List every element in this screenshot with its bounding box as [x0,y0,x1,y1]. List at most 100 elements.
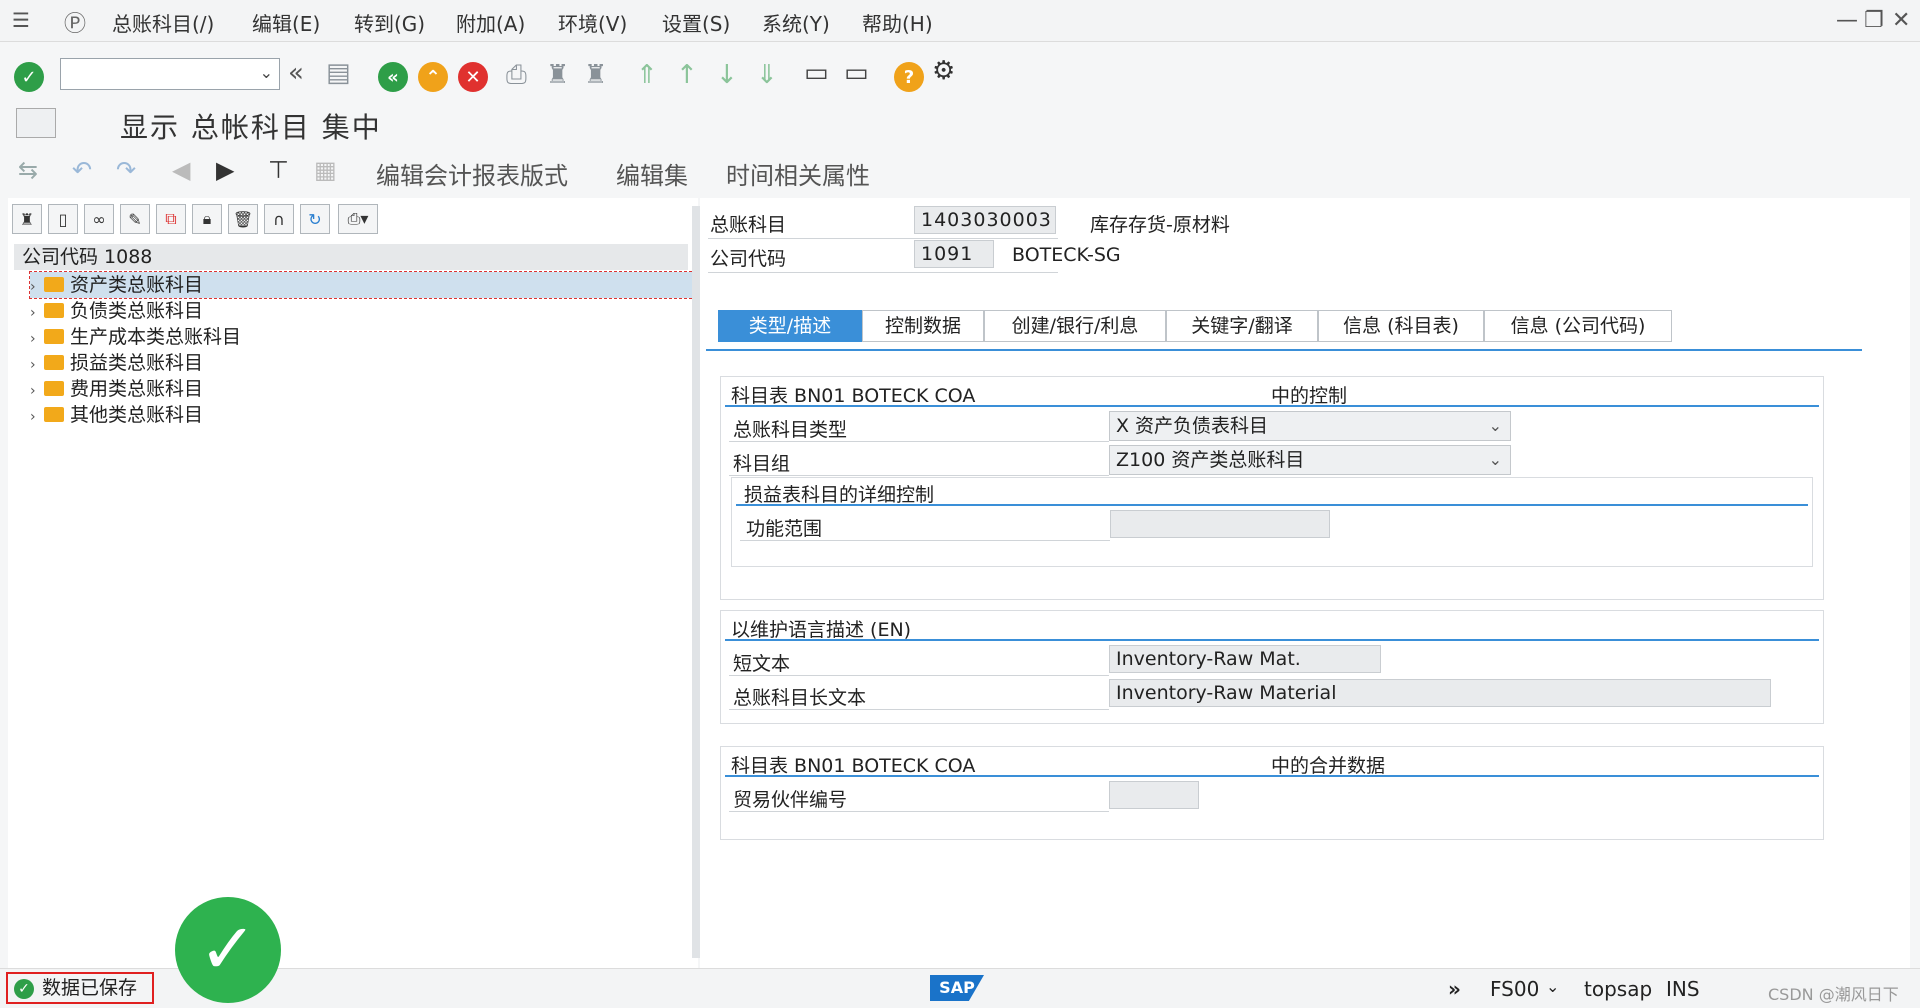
group-title: 以维护语言描述 (EN) [731,619,912,641]
print-icon[interactable]: ⎙ [506,60,527,91]
folder-icon [44,277,64,292]
menu-edit[interactable]: 编辑(E) [252,8,320,37]
group-title-suffix: 中的合并数据 [1271,755,1386,777]
last-page-icon[interactable]: ⇓ [756,60,778,90]
find-icon[interactable]: ♜ [546,60,569,90]
edit-fs-version-button[interactable]: 编辑会计报表版式 [376,156,568,191]
minimize-icon[interactable]: — [1836,8,1858,33]
menu-environment[interactable]: 环境(V) [558,8,627,37]
tree-item[interactable]: › 生产成本类总账科目 [30,324,241,350]
chevron-right-icon[interactable]: › [30,274,44,300]
group-title: 科目表 BN01 BOTECK COA [731,385,976,407]
print-menu-icon[interactable]: ⎙▾ [338,204,378,234]
find-icon[interactable]: ♜ [12,204,42,234]
tab-info-coa[interactable]: 信息 (科目表) [1318,310,1484,342]
tab-type-description[interactable]: 类型/描述 [718,310,862,342]
folder-icon [44,303,64,318]
gl-account-description: 库存存货-原材料 [1090,214,1230,236]
tab-keyword-translation[interactable]: 关键字/翻译 [1166,310,1318,342]
expand-status-icon[interactable]: » [1448,977,1461,1001]
help-icon[interactable]: ? [894,62,924,92]
tree-item[interactable]: › 损益类总账科目 [30,350,203,376]
menu-gl-account[interactable]: 总账科目(/) [112,8,214,37]
layout-icon[interactable] [16,108,56,138]
short-text-field[interactable]: Inventory-Raw Mat. [1109,645,1381,673]
previous-page-icon[interactable]: ↑ [676,60,698,90]
tree-item[interactable]: › 资产类总账科目 [29,271,697,300]
undo-icon[interactable]: ↶ [72,156,92,184]
p-icon[interactable]: Ⓟ [64,6,86,38]
display-icon[interactable]: ∞ [84,204,114,234]
gl-account-field[interactable]: 1403030003 [914,206,1056,234]
menu-system[interactable]: 系统(Y) [762,8,830,37]
command-field[interactable]: ⌄ [60,58,280,90]
menu-icon[interactable]: ☰ [12,8,30,32]
panel-splitter[interactable] [692,206,700,958]
where-used-icon[interactable]: ⇆ [18,156,38,184]
new-icon[interactable]: ▯ [48,204,78,234]
previous-icon[interactable]: ◀ [172,156,190,184]
chevron-down-icon[interactable]: ⌄ [260,63,273,82]
insert-mode[interactable]: INS [1666,977,1700,1001]
tab-info-company-code[interactable]: 信息 (公司代码) [1484,310,1672,342]
trash-icon[interactable]: 🗑︎ [228,204,258,234]
chevron-right-icon[interactable]: › [30,404,44,430]
account-type-select[interactable]: X 资产负债表科目 ⌄ [1109,411,1511,441]
tree-item[interactable]: › 费用类总账科目 [30,376,203,402]
long-text-field[interactable]: Inventory-Raw Material [1109,679,1771,707]
chevron-down-icon[interactable]: ⌄ [1489,412,1502,440]
lock-icon[interactable]: 🔒︎ [192,204,222,234]
expand-icon[interactable]: ∩ [264,204,294,234]
time-dependent-attributes-button[interactable]: 时间相关属性 [726,156,870,191]
next-icon[interactable]: ▶ [216,156,234,184]
new-session-icon[interactable]: ▭ [804,58,829,88]
cancel-icon[interactable]: ✕ [458,62,488,92]
chevron-down-icon[interactable]: ⌄ [1546,977,1559,996]
folder-icon [44,329,64,344]
chevron-right-icon[interactable]: › [30,300,44,326]
chevron-right-icon[interactable]: › [30,326,44,352]
redo-icon[interactable]: ↷ [116,156,136,184]
exit-icon[interactable]: ⌃ [418,62,448,92]
shortcut-icon[interactable]: ▭ [844,58,869,88]
document-icon[interactable]: ▦ [314,156,337,184]
chevron-right-icon[interactable]: › [30,378,44,404]
success-icon: ✓ [14,979,34,999]
menu-goto[interactable]: 转到(G) [354,8,425,37]
close-window-icon[interactable]: ✕ [1892,8,1910,33]
maximize-icon[interactable]: ❐ [1864,8,1884,33]
control-group: 科目表 BN01 BOTECK COA 中的控制 总账科目类型 X 资产负债表科… [720,376,1824,600]
menu-settings[interactable]: 设置(S) [662,8,730,37]
back-icon[interactable]: « [378,62,408,92]
functional-area-field[interactable] [1110,510,1330,538]
status-message[interactable]: ✓ 数据已保存 [6,972,154,1004]
tree-item[interactable]: › 负债类总账科目 [30,298,203,324]
trading-partner-field[interactable] [1109,781,1199,809]
expand-left-icon[interactable]: « [288,58,304,88]
tree-item[interactable]: › 其他类总账科目 [30,402,203,428]
tab-control-data[interactable]: 控制数据 [862,310,984,342]
account-group-value: Z100 资产类总账科目 [1116,449,1305,471]
company-code-field[interactable]: 1091 [914,240,994,268]
account-group-select[interactable]: Z100 资产类总账科目 ⌄ [1109,445,1511,475]
consolidation-group: 科目表 BN01 BOTECK COA 中的合并数据 贸易伙伴编号 [720,746,1824,840]
pencil-icon[interactable]: ✎ [120,204,150,234]
edit-set-button[interactable]: 编辑集 [616,156,688,191]
first-page-icon[interactable]: ⇑ [636,60,658,90]
tab-create-bank-interest[interactable]: 创建/银行/利息 [984,310,1166,342]
enter-icon[interactable]: ✓ [14,62,44,92]
gl-account-label: 总账科目 [710,214,787,236]
find-next-icon[interactable]: ♜ [584,60,607,90]
menu-extras[interactable]: 附加(A) [456,8,525,37]
save-icon[interactable]: ▤ [326,58,351,88]
next-page-icon[interactable]: ↓ [716,60,738,90]
chevron-down-icon[interactable]: ⌄ [1489,446,1502,474]
menu-help[interactable]: 帮助(H) [862,8,933,37]
transaction-code[interactable]: FS00 [1490,977,1539,1001]
tree-item-label: 资产类总账科目 [70,274,204,296]
copy-icon[interactable]: ⧉ [156,204,186,234]
gear-icon[interactable]: ⚙ [932,56,955,86]
filter-icon[interactable]: ⊤ [268,156,289,184]
chevron-right-icon[interactable]: › [30,352,44,378]
refresh-icon[interactable]: ↻ [300,204,330,234]
